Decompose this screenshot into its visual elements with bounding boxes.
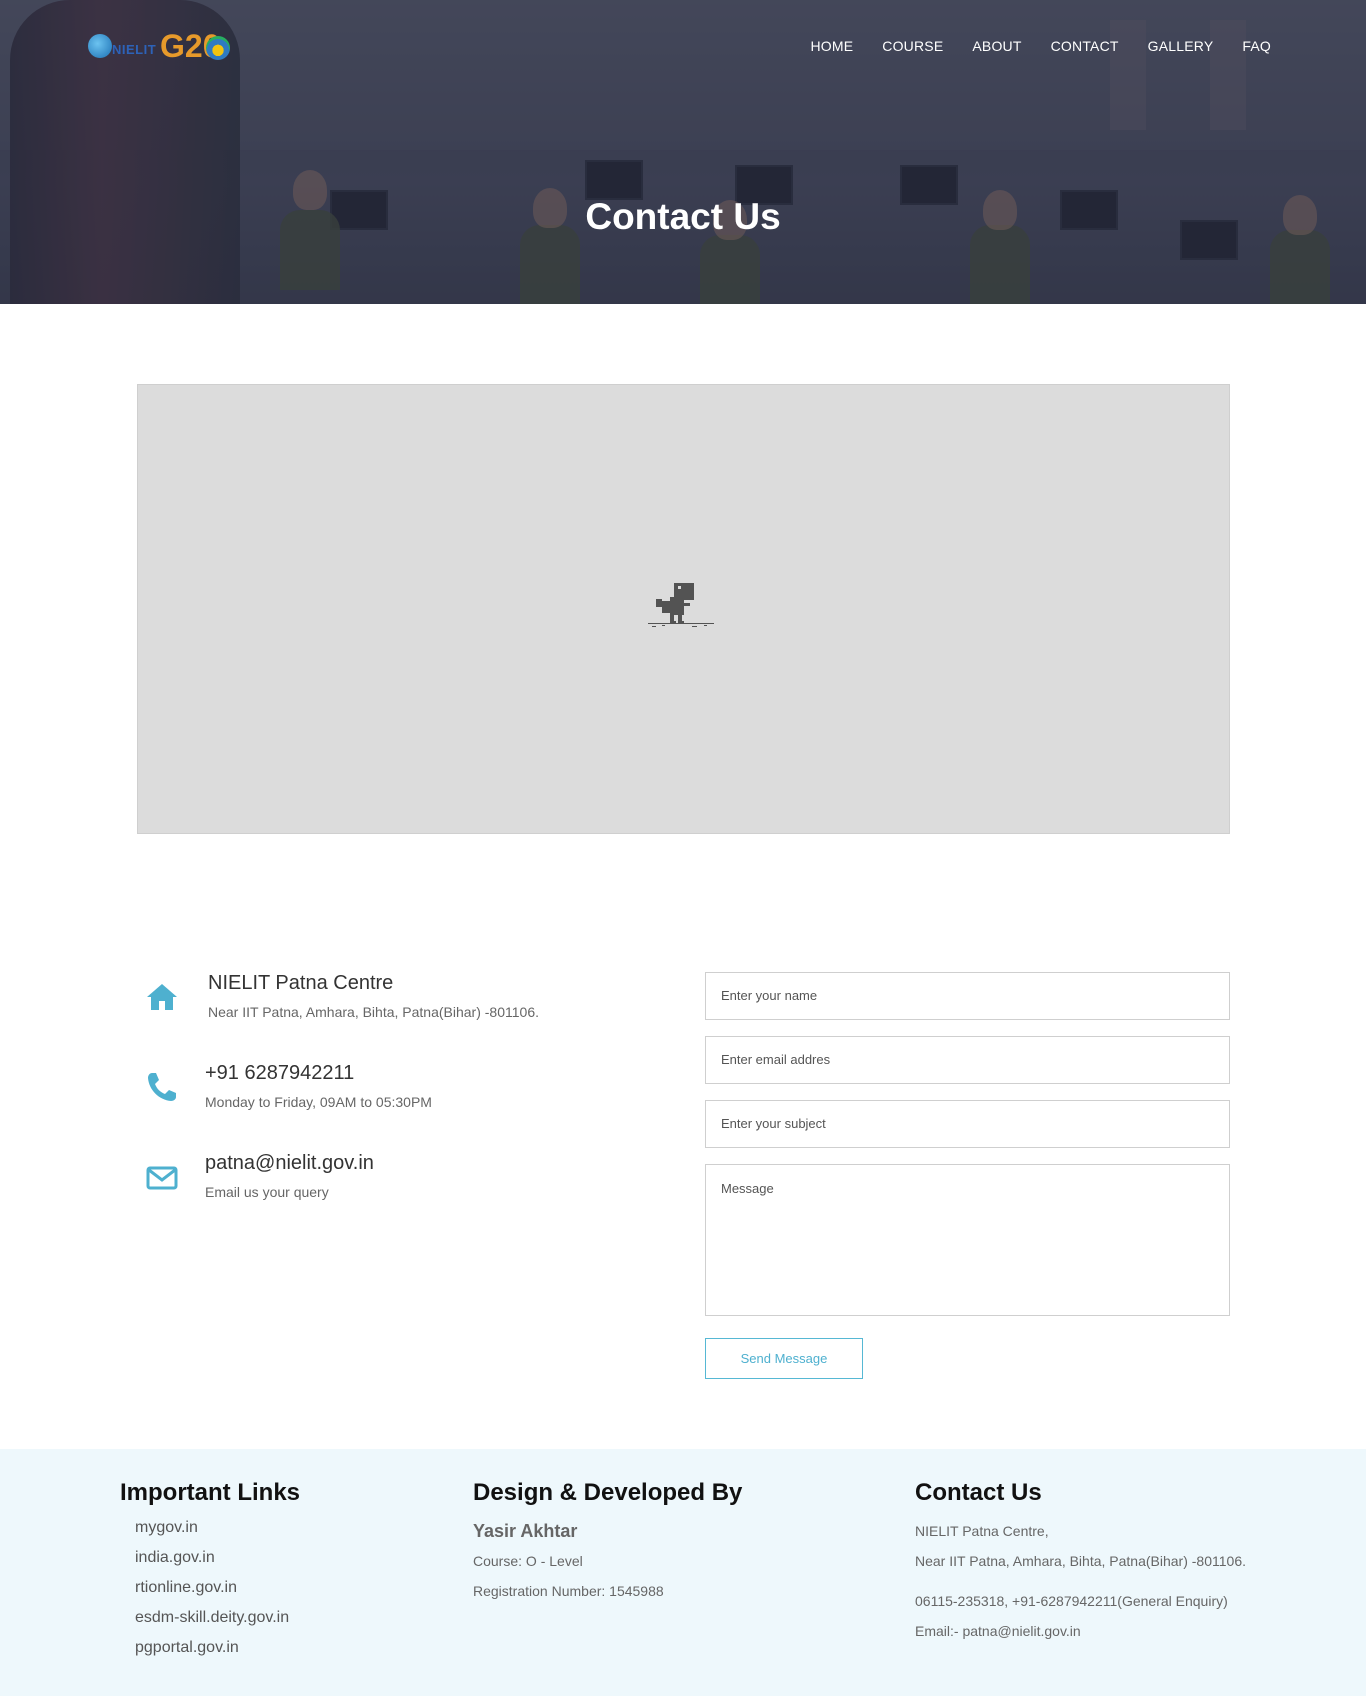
footer-link[interactable]: india.gov.in <box>135 1549 215 1567</box>
developer-registration: Registration Number: 1545988 <box>473 1583 664 1599</box>
subject-field[interactable]: Enter your subject <box>705 1100 1230 1148</box>
nav-about[interactable]: ABOUT <box>972 38 1021 54</box>
site-logo[interactable]: NIELIT G20 <box>88 28 230 68</box>
developer-heading: Design & Developed By <box>473 1479 743 1506</box>
page-title: Contact Us <box>585 196 781 237</box>
address-sub: Near IIT Patna, Amhara, Bihta, Patna(Bih… <box>208 1004 539 1020</box>
subject-placeholder: Enter your subject <box>721 1116 826 1131</box>
email-placeholder: Enter email addres <box>721 1052 831 1067</box>
phone-title[interactable]: +91 6287942211 <box>205 1062 354 1085</box>
envelope-icon <box>146 1166 178 1190</box>
message-placeholder: Message <box>721 1181 774 1196</box>
links-heading: Important Links <box>120 1479 301 1506</box>
globe-icon <box>88 34 112 58</box>
name-field[interactable]: Enter your name <box>705 972 1230 1020</box>
footer-contact-email[interactable]: Email:- patna@nielit.gov.in <box>915 1623 1081 1639</box>
address-title: NIELIT Patna Centre <box>208 972 394 994</box>
dino-icon <box>648 583 714 627</box>
footer-link[interactable]: pgportal.gov.in <box>135 1639 239 1657</box>
nav-course[interactable]: COURSE <box>882 38 943 54</box>
footer-contact-line: 06115-235318, +91-6287942211(General Enq… <box>915 1593 1228 1609</box>
email-title[interactable]: patna@nielit.gov.in <box>205 1152 374 1175</box>
footer-contact-line: NIELIT Patna Centre, <box>915 1523 1049 1539</box>
phone-sub: Monday to Friday, 09AM to 05:30PM <box>205 1094 432 1110</box>
nav-faq[interactable]: FAQ <box>1242 38 1271 54</box>
phone-icon <box>148 1073 176 1101</box>
footer-link[interactable]: rtionline.gov.in <box>135 1579 237 1597</box>
email-field[interactable]: Enter email addres <box>705 1036 1230 1084</box>
footer-link[interactable]: mygov.in <box>135 1519 198 1537</box>
email-sub: Email us your query <box>205 1184 329 1200</box>
site-footer: Important Links mygov.in india.gov.in rt… <box>0 1449 1366 1696</box>
footer-contact-heading: Contact Us <box>915 1479 1042 1506</box>
send-message-button[interactable]: Send Message <box>705 1338 863 1379</box>
footer-link[interactable]: esdm-skill.deity.gov.in <box>135 1609 289 1627</box>
nav-contact[interactable]: CONTACT <box>1051 38 1119 54</box>
message-field[interactable]: Message <box>705 1164 1230 1316</box>
name-placeholder: Enter your name <box>721 988 818 1003</box>
map-embed[interactable] <box>137 384 1230 834</box>
developer-name: Yasir Akhtar <box>473 1521 578 1541</box>
nav-home[interactable]: HOME <box>810 38 853 54</box>
hero-banner: NIELIT G20 HOME COURSE ABOUT CONTACT GAL… <box>0 0 1366 304</box>
home-icon <box>147 984 177 1010</box>
lotus-icon <box>206 36 230 60</box>
main-nav: HOME COURSE ABOUT CONTACT GALLERY FAQ <box>810 38 1271 54</box>
footer-contact-line: Near IIT Patna, Amhara, Bihta, Patna(Bih… <box>915 1553 1246 1569</box>
nav-gallery[interactable]: GALLERY <box>1148 38 1214 54</box>
logo-nielit-text: NIELIT <box>112 42 157 57</box>
developer-course: Course: O - Level <box>473 1553 583 1569</box>
